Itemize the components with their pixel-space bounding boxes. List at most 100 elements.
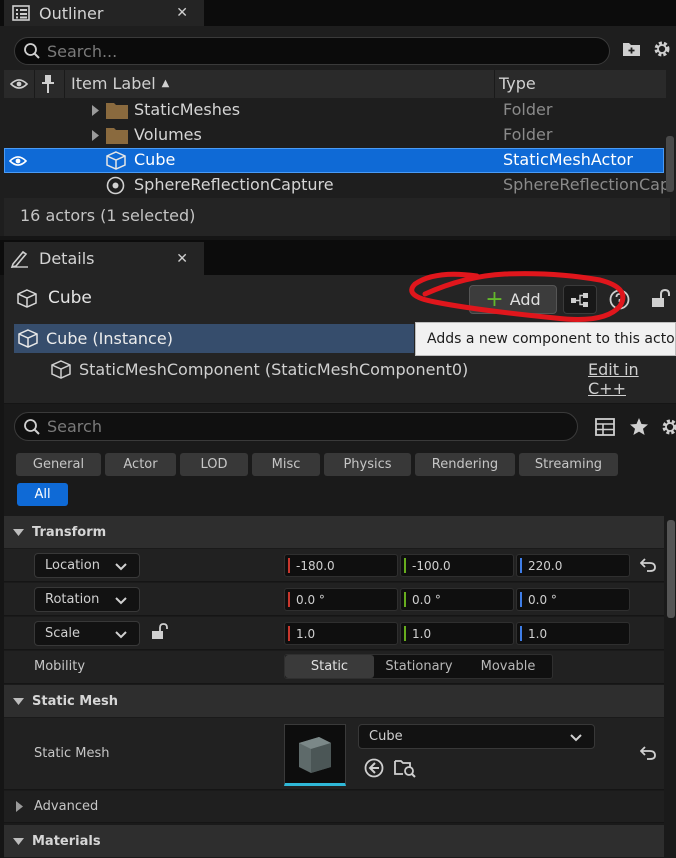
category-physics[interactable]: Physics [324,453,411,476]
outliner-row-label: Volumes [134,125,202,144]
tab-details[interactable]: Details ✕ [4,242,204,275]
location-type-dropdown[interactable]: Location [34,553,140,578]
expand-arrow-icon [16,801,23,812]
scale-x-field[interactable]: 1.0 [284,622,398,645]
unlock-icon[interactable] [651,289,670,308]
tooltip-text: Adds a new component to this actor [427,331,676,347]
visibility-column-eye-icon[interactable] [10,78,28,90]
static-mesh-thumbnail[interactable] [284,724,346,786]
details-scrollbar[interactable] [667,520,675,618]
reset-to-default-icon[interactable] [640,558,656,572]
tab-outliner[interactable]: Outliner ✕ [4,0,204,26]
mobility-static-option[interactable]: Static [285,655,374,678]
divider [64,70,65,98]
property-row-static-mesh: Static Mesh Cube [4,718,664,790]
outliner-row-type: StaticMeshActor [503,150,633,169]
scale-type-dropdown[interactable]: Scale [34,621,140,646]
mobility-segmented-control: Static Stationary Movable [284,654,553,679]
y-axis-marker [404,558,406,573]
category-rendering[interactable]: Rendering [415,453,515,476]
pin-column-icon[interactable] [42,74,54,94]
property-label: Scale [45,626,80,641]
search-placeholder: Search... [47,41,118,61]
outliner-search-input[interactable]: Search... [14,37,610,65]
scale-lock-icon[interactable] [151,623,168,640]
folder-icon [106,102,128,119]
outliner-column-header: Item Label ▲ Type [4,70,666,98]
advanced-label: Advanced [34,799,99,814]
component-row-cube-instance[interactable]: Cube (Instance) [14,324,414,353]
edit-in-cpp-link[interactable]: Edit in C++ [588,360,676,398]
rotation-type-dropdown[interactable]: Rotation [34,587,140,612]
add-button-tooltip: Adds a new component to this actor [415,322,676,356]
search-placeholder: Search [47,417,102,436]
category-actor[interactable]: Actor [105,453,176,476]
close-icon[interactable]: ✕ [176,251,188,267]
mobility-movable-option[interactable]: Movable [464,655,552,678]
x-axis-marker [288,626,290,641]
gear-icon[interactable] [652,39,672,59]
location-y-field[interactable]: -100.0 [400,554,514,577]
property-label: Mobility [34,659,86,674]
expand-arrow-icon[interactable] [92,105,99,116]
property-label: Static Mesh [34,746,110,761]
browse-asset-icon[interactable] [394,758,416,778]
outliner-row-label: Cube [134,150,176,169]
property-row-rotation: Rotation 0.0 ° 0.0 ° 0.0 ° [4,583,664,616]
outliner-scrollbar[interactable] [666,136,674,192]
chevron-down-icon [115,558,127,571]
visibility-eye-icon[interactable] [9,155,27,167]
component-label: Cube (Instance) [46,329,173,348]
y-axis-marker [404,592,406,607]
collapse-arrow-icon [13,697,24,705]
star-icon[interactable] [629,417,649,436]
outliner-row-staticmeshes[interactable]: StaticMeshes Folder [4,98,664,123]
scale-y-field[interactable]: 1.0 [400,622,514,645]
static-mesh-actor-icon [106,151,126,170]
close-icon[interactable]: ✕ [176,5,188,21]
x-axis-marker [288,592,290,607]
category-streaming[interactable]: Streaming [519,453,618,476]
outliner-row-cube[interactable]: Cube StaticMeshActor [4,148,664,173]
rotation-z-field[interactable]: 0.0 ° [516,588,630,611]
section-materials[interactable]: Materials [4,825,664,857]
expand-arrow-icon[interactable] [92,130,99,141]
chevron-down-icon [570,729,582,742]
property-row-scale: Scale 1.0 1.0 1.0 [4,617,664,650]
location-z-field[interactable]: 220.0 [516,554,630,577]
component-row-staticmeshcomponent[interactable]: StaticMeshComponent (StaticMeshComponent… [14,355,588,384]
mobility-stationary-option[interactable]: Stationary [374,655,464,678]
location-x-field[interactable]: -180.0 [284,554,398,577]
column-item-label[interactable]: Item Label ▲ [71,74,169,93]
column-type[interactable]: Type [499,74,536,93]
collapse-arrow-icon [13,528,24,536]
section-transform[interactable]: Transform [4,516,664,548]
z-axis-marker [520,626,522,641]
category-all[interactable]: All [17,483,68,506]
outliner-row-volumes[interactable]: Volumes Folder [4,123,664,148]
outliner-status-bar: 16 actors (1 selected) [4,198,670,236]
reset-to-default-icon[interactable] [640,746,656,760]
divider [34,70,35,98]
section-title: Materials [32,833,101,849]
rotation-y-value: 0.0 ° [412,592,441,607]
advanced-expander[interactable]: Advanced [4,791,664,823]
scale-y-value: 1.0 [412,626,432,641]
add-folder-icon[interactable] [622,40,642,58]
gear-icon[interactable] [660,417,676,437]
static-mesh-asset-dropdown[interactable]: Cube [358,724,595,749]
category-lod[interactable]: LOD [180,453,248,476]
scale-z-field[interactable]: 1.0 [516,622,630,645]
use-selected-asset-icon[interactable] [364,758,384,778]
property-matrix-icon[interactable] [595,418,615,436]
rotation-y-field[interactable]: 0.0 ° [400,588,514,611]
cube-preview-icon [299,737,331,773]
section-static-mesh[interactable]: Static Mesh [4,685,664,717]
details-search-input[interactable]: Search [14,412,578,441]
category-general[interactable]: General [16,453,101,476]
outliner-row-spherereflectioncapture[interactable]: SphereReflectionCapture SphereReflection… [4,173,670,198]
rotation-x-field[interactable]: 0.0 ° [284,588,398,611]
outliner-tab-label: Outliner [39,3,104,23]
category-misc[interactable]: Misc [252,453,320,476]
actor-name[interactable]: Cube [48,288,92,308]
